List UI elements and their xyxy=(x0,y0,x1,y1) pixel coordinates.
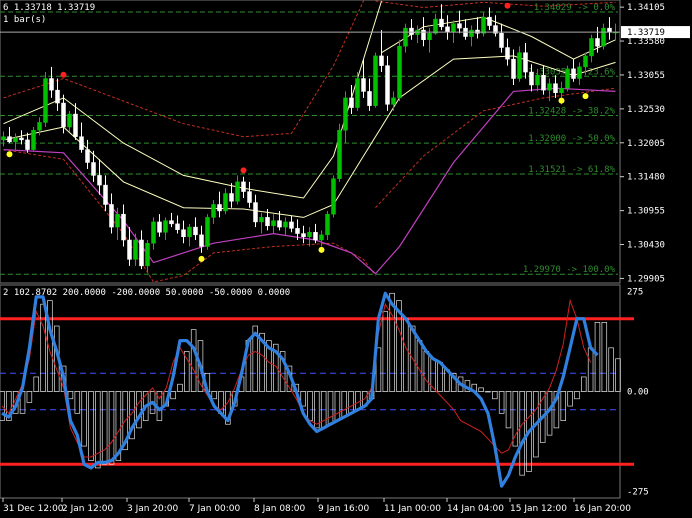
time-tick-label: 31 Dec 12:00 xyxy=(3,504,64,514)
osc-tick-label: -275 xyxy=(627,488,649,498)
trading-chart[interactable]: 1.34029 -> 0.0%1.33035 -> 23.6%1.32428 -… xyxy=(0,0,692,518)
candle xyxy=(43,72,48,127)
osc-histogram-bar xyxy=(485,391,491,393)
sell-signal-dot xyxy=(60,71,67,78)
time-tick-label: 9 Jan 16:00 xyxy=(318,504,370,514)
bars-info-label: 1 bar(s) xyxy=(3,15,46,25)
price-tick-label: 1.33580 xyxy=(627,37,665,47)
fibo-label: 1.29970 -> 100.0% xyxy=(523,265,616,275)
price-tick-label: 1.30955 xyxy=(627,207,665,217)
price-tick-label: 1.29905 xyxy=(627,274,665,284)
candle xyxy=(397,39,402,102)
price-tick-label: 1.34105 xyxy=(627,3,665,13)
candle xyxy=(337,123,342,182)
fibo-label: 1.32428 -> 38.2% xyxy=(528,106,615,116)
time-tick-label: 16 Jan 20:00 xyxy=(574,504,631,514)
fibo-label: 1.31521 -> 61.8% xyxy=(528,165,615,175)
time-tick-label: 14 Jan 04:00 xyxy=(447,504,504,514)
buy-signal-dot xyxy=(198,255,205,262)
time-tick-label: 2 Jan 12:00 xyxy=(62,504,114,514)
candle xyxy=(205,214,210,250)
chart-info-label: 6 1.33718 1.33719 xyxy=(3,3,95,13)
oscillator-info-label: 2 102.8702 200.0000 -200.0000 50.0000 -5… xyxy=(3,288,290,298)
time-tick-label: 8 Jan 08:00 xyxy=(254,504,306,514)
osc-tick-label: 275 xyxy=(627,287,643,297)
fibo-label: 1.34029 -> 0.0% xyxy=(534,3,616,13)
price-tick-label: 1.30430 xyxy=(627,241,665,251)
time-tick-label: 3 Jan 20:00 xyxy=(127,504,179,514)
sell-signal-dot xyxy=(240,167,247,174)
buy-signal-dot xyxy=(582,93,589,100)
oscillator-panel[interactable]: 2 102.8702 200.0000 -200.0000 50.0000 -5… xyxy=(0,284,634,499)
osc-tick-label: 0.00 xyxy=(627,388,649,398)
buy-signal-dot xyxy=(6,151,13,158)
price-tick-label: 1.31480 xyxy=(627,173,665,183)
price-panel[interactable]: 1.34029 -> 0.0%1.33035 -> 23.6%1.32428 -… xyxy=(0,0,621,284)
time-tick-label: 7 Jan 00:00 xyxy=(189,504,241,514)
time-tick-label: 11 Jan 00:00 xyxy=(384,504,441,514)
buy-signal-dot xyxy=(318,246,325,253)
candle xyxy=(331,175,336,218)
current-price-label: 1.33719 xyxy=(627,28,665,38)
candle xyxy=(565,65,570,92)
price-tick-label: 1.32005 xyxy=(627,139,665,149)
candle xyxy=(31,126,36,151)
fibo-label: 1.32000 -> 50.0% xyxy=(528,134,615,144)
candle xyxy=(373,52,378,108)
price-tick-label: 1.32530 xyxy=(627,105,665,115)
price-tick-label: 1.33055 xyxy=(627,71,665,81)
time-tick-label: 15 Jan 12:00 xyxy=(510,504,567,514)
sell-signal-dot xyxy=(504,2,511,9)
buy-signal-dot xyxy=(558,97,565,104)
